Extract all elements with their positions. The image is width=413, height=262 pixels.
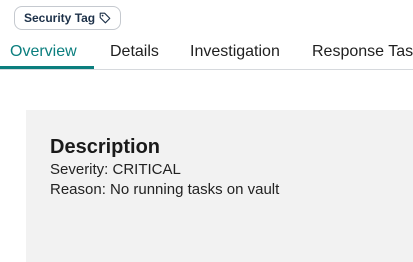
description-title: Description	[50, 136, 161, 158]
security-tag-chip[interactable]: Security Tag	[14, 6, 122, 30]
tab-details[interactable]: Details	[110, 38, 159, 68]
severity-text: Severity: CRITICAL	[50, 161, 181, 178]
security-tag-label: Security Tag	[24, 11, 96, 25]
tab-investigation[interactable]: Investigation	[190, 38, 280, 68]
reason-text: Reason: No running tasks on vault	[50, 181, 280, 198]
alert-detail-page: Security Tag Overview Details Investigat…	[0, 0, 413, 262]
tab-response-tasks[interactable]: Response Tasks	[312, 38, 413, 68]
tab-overview[interactable]: Overview	[10, 38, 77, 68]
tag-icon	[99, 12, 111, 24]
active-tab-indicator	[0, 66, 94, 69]
description-panel: Description Severity: CRITICAL Reason: N…	[26, 110, 413, 262]
